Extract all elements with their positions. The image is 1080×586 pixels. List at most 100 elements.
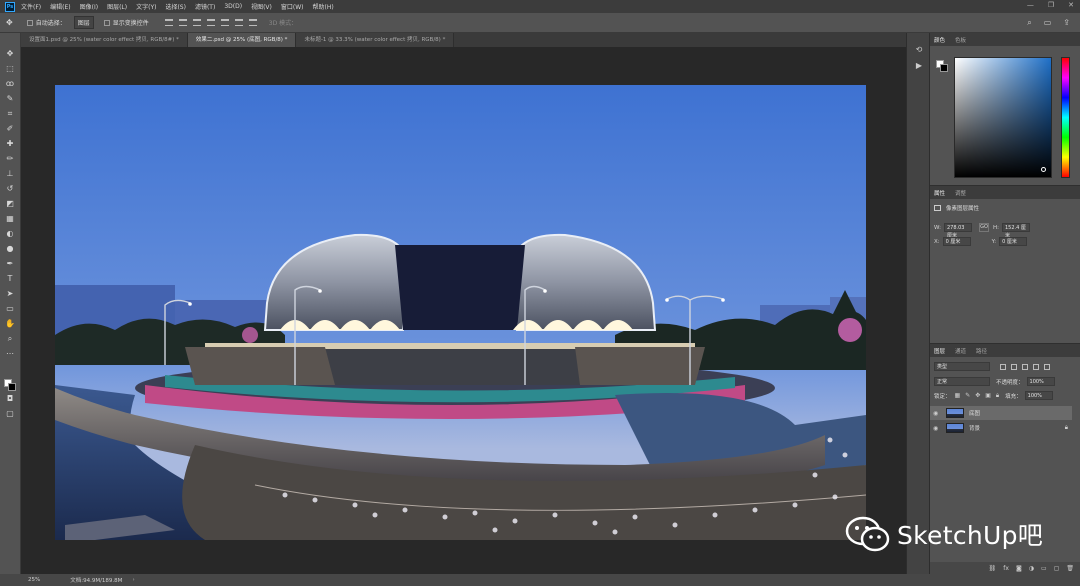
tab-adjustments[interactable]: 调整 [955, 189, 966, 197]
height-field[interactable]: 152.4 厘米 [1001, 223, 1030, 239]
tab-layers[interactable]: 图层 [934, 347, 945, 355]
lock-pixels-icon[interactable]: ▦ [955, 392, 961, 400]
tab-properties[interactable]: 属性 [934, 189, 945, 197]
visibility-eye-icon[interactable]: ◉ [933, 410, 943, 417]
lock-artboard-icon[interactable]: ▣ [985, 392, 991, 400]
marquee-tool-icon[interactable]: ⬚ [4, 63, 16, 75]
new-group-icon[interactable]: ▭ [1041, 565, 1047, 572]
blur-tool-icon[interactable]: ◐ [4, 228, 16, 240]
align-center-icon[interactable] [220, 19, 229, 26]
history-panel-icon[interactable]: ⟲ [913, 45, 925, 57]
quick-mask-icon[interactable]: ◘ [4, 393, 16, 405]
menu-type[interactable]: 文字(Y) [136, 2, 156, 11]
link-icon[interactable]: GO [978, 223, 989, 232]
add-mask-icon[interactable]: ◙ [1016, 565, 1022, 572]
background-color-swatch[interactable] [940, 64, 948, 72]
lock-all-icon[interactable]: 🔒︎ [996, 392, 999, 400]
align-bottom-icon[interactable] [192, 19, 201, 26]
color-picker-marker[interactable] [1041, 167, 1046, 172]
opacity-field[interactable]: 100% [1026, 377, 1055, 386]
healing-brush-tool-icon[interactable]: ✚ [4, 138, 16, 150]
tab-color[interactable]: 颜色 [934, 36, 945, 44]
adjustment-layer-icon[interactable]: ◑ [1029, 565, 1034, 572]
menu-layer[interactable]: 图层(L) [107, 2, 127, 11]
tab-paths[interactable]: 路径 [976, 347, 987, 355]
layer-filter-dropdown[interactable]: 类型 [934, 362, 990, 371]
zoom-level[interactable]: 25% [28, 577, 40, 583]
quick-select-tool-icon[interactable]: ✎ [4, 93, 16, 105]
lock-paint-icon[interactable]: ✎ [965, 392, 970, 400]
layer-item-background[interactable]: ◉ 背景 🔒︎ [930, 421, 1072, 435]
color-picker-field[interactable] [954, 57, 1052, 178]
workspace-icon[interactable]: ▭ [1044, 18, 1052, 28]
menu-image[interactable]: 图像(I) [80, 2, 98, 11]
type-tool-icon[interactable]: T [4, 273, 16, 285]
delete-layer-icon[interactable]: 🗑︎ [1066, 565, 1074, 572]
search-icon[interactable]: ⌕ [1027, 18, 1031, 28]
zoom-tool-icon[interactable]: ⌕ [4, 333, 16, 345]
layer-name[interactable]: 背景 [969, 424, 980, 432]
share-icon[interactable]: ⇪ [1063, 18, 1070, 28]
menu-edit[interactable]: 编辑(E) [50, 2, 70, 11]
move-tool-icon[interactable]: ✥ [4, 48, 16, 60]
tab-document-1[interactable]: 设置面1.psd @ 25% (water color effect 拷贝, R… [21, 33, 188, 47]
pen-tool-icon[interactable]: ✒ [4, 258, 16, 270]
menu-file[interactable]: 文件(F) [21, 2, 41, 11]
path-select-tool-icon[interactable]: ➤ [4, 288, 16, 300]
eraser-tool-icon[interactable]: ◩ [4, 198, 16, 210]
canvas-image[interactable] [55, 85, 866, 540]
new-layer-icon[interactable]: ▢ [1054, 565, 1060, 572]
restore-icon[interactable]: ❐ [1048, 1, 1054, 9]
history-brush-tool-icon[interactable]: ↺ [4, 183, 16, 195]
layer-item-base[interactable]: ◉ 底图 [930, 406, 1072, 420]
minimize-icon[interactable]: — [1027, 1, 1034, 9]
filter-type-icon[interactable] [1022, 363, 1028, 370]
visibility-eye-icon[interactable]: ◉ [933, 425, 943, 432]
show-transform-checkbox[interactable]: 显示变换控件 [103, 18, 149, 27]
menu-window[interactable]: 窗口(W) [281, 2, 304, 11]
background-color-swatch[interactable] [8, 383, 16, 391]
blend-mode-dropdown[interactable]: 正常 [934, 377, 990, 386]
auto-select-checkbox[interactable]: 自动选择： [26, 18, 66, 27]
gradient-tool-icon[interactable]: ▦ [4, 213, 16, 225]
filter-shape-icon[interactable] [1033, 363, 1039, 370]
menu-filter[interactable]: 滤镜(T) [195, 2, 215, 11]
status-menu-icon[interactable]: › [132, 577, 134, 583]
tab-channels[interactable]: 通道 [955, 347, 966, 355]
hue-slider[interactable] [1061, 57, 1070, 178]
width-field[interactable]: 278.03 厘米 [943, 223, 972, 239]
tab-document-3[interactable]: 未标题-1 @ 33.3% (water color effect 拷贝, RG… [296, 33, 455, 47]
align-left-icon[interactable] [206, 19, 215, 26]
lock-position-icon[interactable]: ✥ [975, 392, 980, 400]
layer-name[interactable]: 底图 [969, 409, 980, 417]
dodge-tool-icon[interactable]: ● [4, 243, 16, 255]
lasso-tool-icon[interactable]: ꝏ [4, 78, 16, 90]
more-tools-icon[interactable]: ⋯ [4, 348, 16, 360]
clone-stamp-tool-icon[interactable]: ⊥ [4, 168, 16, 180]
y-field[interactable]: 0 厘米 [999, 237, 1028, 246]
screen-mode-icon[interactable]: ▢ [4, 408, 16, 420]
align-top-icon[interactable] [164, 19, 173, 26]
move-tool-icon[interactable]: ✥ [6, 18, 13, 27]
align-right-icon[interactable] [234, 19, 243, 26]
menu-help[interactable]: 帮助(H) [313, 2, 334, 11]
eyedropper-tool-icon[interactable]: ✐ [4, 123, 16, 135]
layer-style-icon[interactable]: fx [1003, 565, 1009, 572]
actions-panel-icon[interactable]: ▶ [913, 61, 925, 73]
canvas-area[interactable] [21, 47, 906, 574]
menu-select[interactable]: 选择(S) [165, 2, 186, 11]
fill-field[interactable]: 100% [1024, 391, 1053, 400]
brush-tool-icon[interactable]: ✏ [4, 153, 16, 165]
menu-view[interactable]: 视图(V) [251, 2, 272, 11]
hand-tool-icon[interactable]: ✋ [4, 318, 16, 330]
filter-pixel-icon[interactable] [1000, 363, 1006, 370]
auto-select-target-dropdown[interactable]: 图层 [73, 16, 94, 29]
x-field[interactable]: 0 厘米 [942, 237, 971, 246]
link-layers-icon[interactable]: ⛓ [989, 565, 997, 572]
menu-3d[interactable]: 3D(D) [224, 3, 242, 10]
filter-adjust-icon[interactable] [1011, 363, 1017, 370]
tab-document-2[interactable]: 效果二.psd @ 25% (底图, RGB/8) * [187, 33, 297, 47]
filter-smart-icon[interactable] [1044, 363, 1050, 370]
tab-swatches[interactable]: 色板 [955, 36, 966, 44]
shape-tool-icon[interactable]: ▭ [4, 303, 16, 315]
